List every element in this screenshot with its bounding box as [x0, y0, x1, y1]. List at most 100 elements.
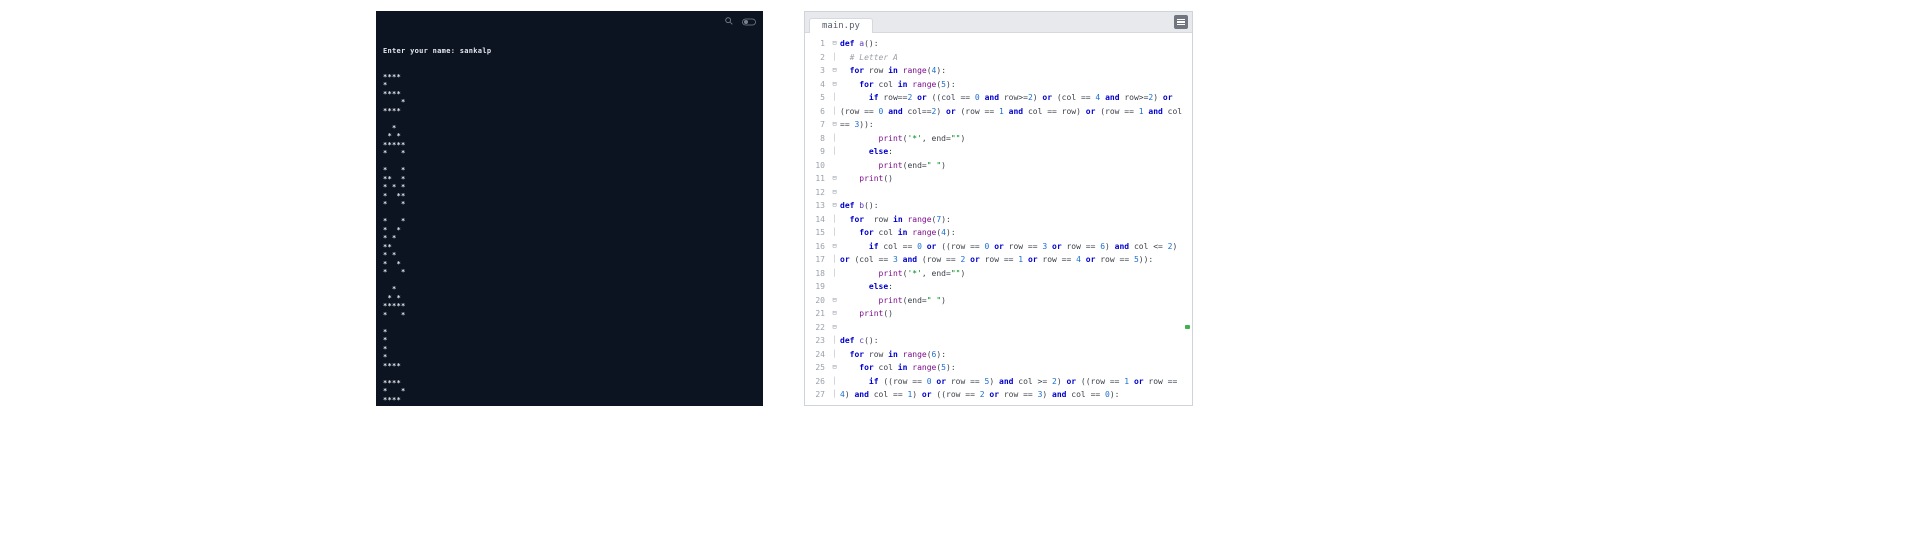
terminal-output-line: *: [383, 124, 756, 133]
fold-marker[interactable]: ⊟: [829, 64, 840, 78]
code-line[interactable]: else:: [840, 280, 1188, 294]
editor-pane: main.py 12345678910111213141516171819202…: [804, 11, 1193, 406]
terminal-output-line: ****: [383, 90, 756, 99]
fold-marker[interactable]: ⊟: [829, 118, 840, 132]
fold-marker[interactable]: │: [829, 267, 840, 281]
line-number: 13: [805, 199, 829, 213]
fold-marker[interactable]: │: [829, 348, 840, 362]
terminal-titlebar: [377, 12, 762, 28]
terminal-output-line: *****: [383, 141, 756, 150]
fold-marker[interactable]: ⊟: [829, 321, 840, 335]
terminal-output-line: ****: [383, 396, 756, 405]
terminal-output-line: *: [383, 285, 756, 294]
fold-marker[interactable]: [829, 280, 840, 294]
code-line[interactable]: [840, 321, 1188, 335]
terminal-body[interactable]: Enter your name: sankalp ********* *****…: [377, 28, 762, 406]
code-line[interactable]: def c():: [840, 334, 1188, 348]
fold-marker[interactable]: │: [829, 105, 840, 119]
terminal-input-value: sankalp: [460, 47, 492, 55]
line-number: 4: [805, 78, 829, 92]
code-line[interactable]: print(): [840, 172, 1188, 186]
fold-marker[interactable]: │: [829, 334, 840, 348]
line-number: 27: [805, 388, 829, 402]
code-line[interactable]: for row in range(6):: [840, 348, 1188, 362]
fold-marker[interactable]: │: [829, 388, 840, 402]
terminal-output-line: ****: [383, 379, 756, 388]
code-line[interactable]: for col in range(5):: [840, 78, 1188, 92]
fold-marker[interactable]: │: [829, 132, 840, 146]
terminal-output-line: *: [383, 328, 756, 337]
fold-marker[interactable]: ⊟: [829, 240, 840, 254]
editor-tabbar: main.py: [805, 12, 1192, 33]
line-gutter: 1234567891011121314151617181920212223242…: [805, 33, 829, 405]
terminal-pane: Enter your name: sankalp ********* *****…: [376, 11, 763, 406]
code-line[interactable]: [840, 186, 1188, 200]
terminal-output-line: *: [383, 345, 756, 354]
code-line[interactable]: else:: [840, 145, 1188, 159]
fold-marker[interactable]: ⊟: [829, 307, 840, 321]
fold-marker[interactable]: ⊟: [829, 294, 840, 308]
terminal-output-line: * *: [383, 166, 756, 175]
line-number: 11: [805, 172, 829, 186]
code-line[interactable]: for row in range(7):: [840, 213, 1188, 227]
line-number: 7: [805, 118, 829, 132]
fold-marker[interactable]: │: [829, 91, 840, 105]
fold-marker[interactable]: │: [829, 375, 840, 389]
line-number: 24: [805, 348, 829, 362]
fold-marker[interactable]: │: [829, 213, 840, 227]
code-line[interactable]: for col in range(4):: [840, 226, 1188, 240]
line-number: 6: [805, 105, 829, 119]
fold-marker[interactable]: ⊟: [829, 199, 840, 213]
fold-marker[interactable]: [829, 159, 840, 173]
terminal-output-line: * *: [383, 132, 756, 141]
terminal-output-line: * *: [383, 260, 756, 269]
fold-marker[interactable]: ⊟: [829, 37, 840, 51]
line-number: 21: [805, 307, 829, 321]
code-line[interactable]: if ((row == 0 or row == 5) and col >= 2)…: [840, 375, 1188, 402]
terminal-output-line: ** *: [383, 175, 756, 184]
code-line[interactable]: print(end=" "): [840, 159, 1188, 173]
options-icon[interactable]: [1174, 15, 1188, 29]
fold-marker[interactable]: ⊟: [829, 186, 840, 200]
line-number: 18: [805, 267, 829, 281]
tab-main-py[interactable]: main.py: [809, 18, 873, 33]
line-number: 8: [805, 132, 829, 146]
code-area[interactable]: 1234567891011121314151617181920212223242…: [805, 33, 1192, 405]
fold-marker[interactable]: ⊟: [829, 78, 840, 92]
terminal-output-line: *: [383, 353, 756, 362]
fold-marker[interactable]: ⊟: [829, 361, 840, 375]
code-line[interactable]: print('*', end=""): [840, 402, 1188, 406]
terminal-output-line: *****: [383, 302, 756, 311]
code-line[interactable]: for row in range(4):: [840, 64, 1188, 78]
terminal-output-line: ****: [383, 362, 756, 371]
terminal-output-line: * *: [383, 200, 756, 209]
code-line[interactable]: # Letter A: [840, 51, 1188, 65]
fold-marker[interactable]: ⊟: [829, 172, 840, 186]
scroll-marker: [1185, 325, 1190, 329]
code-line[interactable]: def b():: [840, 199, 1188, 213]
code-line[interactable]: print(end=" "): [840, 294, 1188, 308]
terminal-output-line: *: [383, 404, 756, 406]
fold-marker[interactable]: │: [829, 51, 840, 65]
code-line[interactable]: if row==2 or ((col == 0 and row>=2) or (…: [840, 91, 1188, 132]
code-line[interactable]: if col == 0 or ((row == 0 or row == 3 or…: [840, 240, 1188, 267]
fold-column[interactable]: ⊟│⊟⊟││⊟││⊟⊟⊟││⊟││⊟⊟⊟││⊟││: [829, 33, 840, 405]
fold-marker[interactable]: │: [829, 253, 840, 267]
search-icon[interactable]: [724, 11, 734, 30]
code-line[interactable]: for col in range(5):: [840, 361, 1188, 375]
toggle-icon[interactable]: [742, 11, 756, 30]
line-number: 25: [805, 361, 829, 375]
terminal-output-line: ****: [383, 107, 756, 116]
terminal-output-line: [383, 115, 756, 124]
code-line[interactable]: print('*', end=""): [840, 132, 1188, 146]
line-number: 5: [805, 91, 829, 105]
code-line[interactable]: print(): [840, 307, 1188, 321]
fold-marker[interactable]: │: [829, 145, 840, 159]
code-line[interactable]: def a():: [840, 37, 1188, 51]
code-content[interactable]: def a(): # Letter A for row in range(4):…: [840, 33, 1192, 405]
fold-marker[interactable]: │: [829, 226, 840, 240]
terminal-output-line: * * *: [383, 183, 756, 192]
terminal-output-line: * *: [383, 251, 756, 260]
terminal-output-line: *: [383, 81, 756, 90]
code-line[interactable]: print('*', end=""): [840, 267, 1188, 281]
